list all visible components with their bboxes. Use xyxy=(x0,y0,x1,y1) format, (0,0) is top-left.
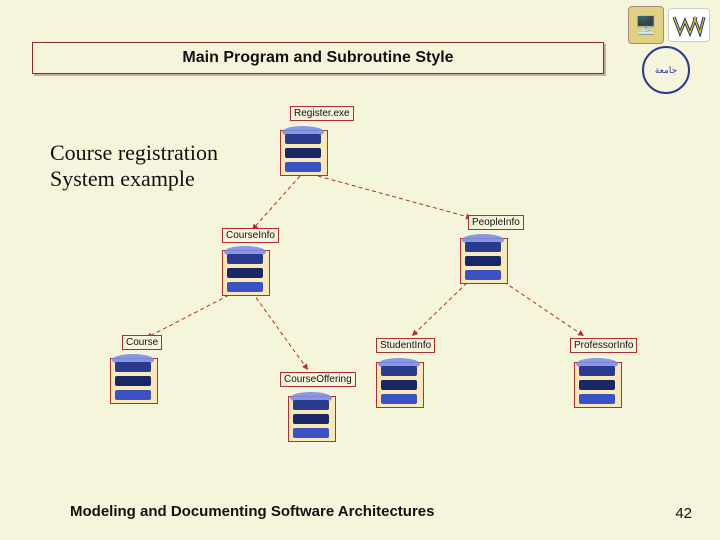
diagram-arrows xyxy=(0,0,720,540)
node-peopleinfo-label: PeopleInfo xyxy=(468,215,524,230)
node-courseoffering-label: CourseOffering xyxy=(280,372,356,387)
node-course-label: Course xyxy=(122,335,162,350)
arrow-register-to-peopleinfo xyxy=(318,176,472,218)
node-professorinfo-label: ProfessorInfo xyxy=(570,338,637,353)
module-courseoffering-icon xyxy=(286,390,336,440)
module-register-icon xyxy=(278,124,328,174)
node-studentinfo-label: StudentInfo xyxy=(376,338,435,353)
arrow-courseinfo-to-offering xyxy=(252,292,308,370)
module-studentinfo-icon xyxy=(374,356,424,406)
arrow-peopleinfo-to-professor xyxy=(498,278,584,336)
arrow-peopleinfo-to-student xyxy=(412,278,472,336)
arrow-courseinfo-to-course xyxy=(146,292,235,338)
arrow-register-to-courseinfo xyxy=(252,176,300,230)
module-professorinfo-icon xyxy=(572,356,622,406)
node-register-label: Register.exe xyxy=(290,106,354,121)
module-courseinfo-icon xyxy=(220,244,270,294)
node-courseinfo-label: CourseInfo xyxy=(222,228,279,243)
module-course-icon xyxy=(108,352,158,402)
module-peopleinfo-icon xyxy=(458,232,508,282)
